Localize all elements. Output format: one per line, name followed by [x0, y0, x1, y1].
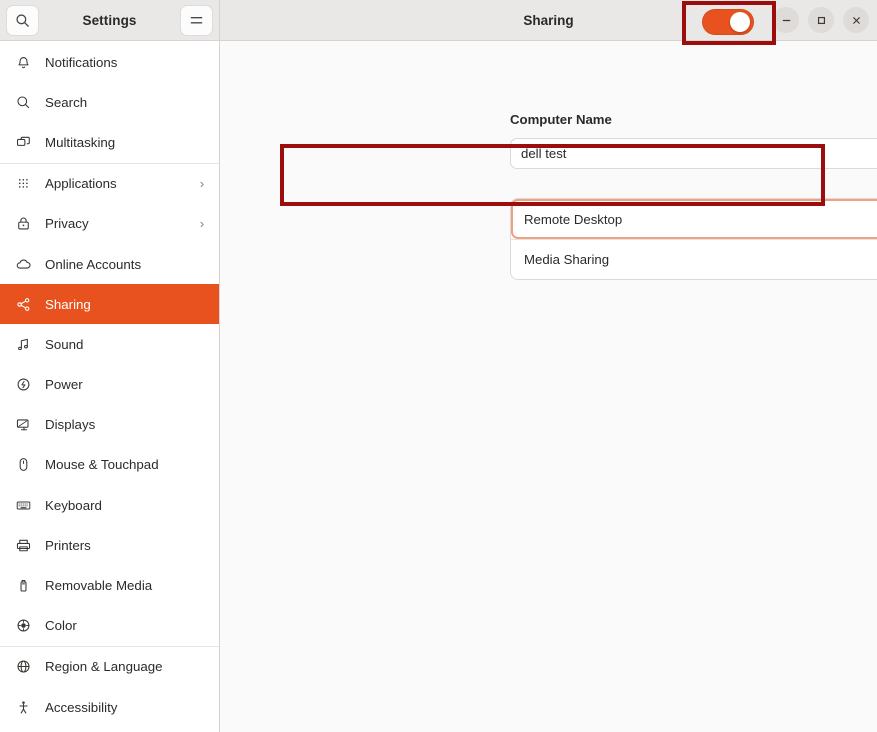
title-bar: Settings Sharing — [0, 0, 877, 41]
keyboard-icon — [14, 496, 32, 514]
search-icon — [15, 13, 30, 28]
sidebar-item-label: Power — [45, 377, 83, 393]
sidebar-item-label: Displays — [45, 417, 96, 433]
sidebar-item-label: Mouse & Touchpad — [45, 457, 159, 473]
accessibility-icon — [14, 698, 32, 716]
sidebar-item-label: Printers — [45, 537, 91, 553]
grid-icon — [14, 175, 32, 193]
sidebar-item-sound[interactable]: Sound — [0, 324, 219, 364]
sidebar-item-removable-media[interactable]: Removable Media — [0, 565, 219, 605]
cloud-icon — [14, 255, 32, 273]
sidebar-item-label: Removable Media — [45, 578, 153, 594]
sidebar-item-region-language[interactable]: Region & Language — [0, 647, 219, 687]
sidebar-item-keyboard[interactable]: Keyboard — [0, 485, 219, 525]
sidebar-item-sharing[interactable]: Sharing — [0, 284, 219, 325]
sidebar-item-accessibility[interactable]: Accessibility — [0, 687, 219, 727]
sidebar-item-power[interactable]: Power — [0, 365, 219, 405]
window-controls — [773, 0, 869, 41]
sidebar-item-label: Region & Language — [45, 659, 163, 675]
list-row-remote-desktop[interactable]: Remote DesktopOn› — [511, 199, 877, 239]
sidebar-item-online-accounts[interactable]: Online Accounts — [0, 244, 219, 284]
sidebar-item-displays[interactable]: Displays — [0, 405, 219, 445]
sidebar-item-applications[interactable]: Applications › — [0, 164, 219, 204]
settings-window: Settings Sharing Notifications Search Mu… — [0, 0, 877, 732]
maximize-button[interactable] — [808, 7, 834, 33]
settings-sidebar[interactable]: Notifications Search Multitasking Applicati… — [0, 41, 220, 732]
printer-icon — [14, 536, 32, 554]
lock-icon — [14, 215, 32, 233]
sidebar-item-multitasking[interactable]: Multitasking — [0, 122, 219, 162]
sidebar-item-label: Color — [45, 618, 77, 634]
usb-drive-icon — [14, 577, 32, 595]
sidebar-header: Settings — [0, 0, 220, 41]
power-bolt-icon — [14, 376, 32, 394]
monitor-icon — [14, 416, 32, 434]
chevron-right-icon: › — [199, 176, 205, 192]
color-wheel-icon — [14, 617, 32, 635]
sidebar-item-notifications[interactable]: Notifications — [0, 42, 219, 82]
mouse-icon — [14, 456, 32, 474]
sidebar-item-label: Accessibility — [45, 699, 118, 715]
sharing-master-toggle[interactable] — [702, 8, 754, 35]
title-bar-right: Sharing — [220, 0, 877, 41]
sharing-panel: Computer Name dell test Remote DesktopOn… — [220, 41, 877, 732]
panel-title: Settings — [82, 12, 137, 28]
chevron-right-icon: › — [199, 216, 205, 232]
sidebar-item-privacy[interactable]: Privacy › — [0, 204, 219, 244]
minimize-button[interactable] — [773, 7, 799, 33]
list-row-media-sharing[interactable]: Media SharingOff› — [511, 239, 877, 279]
sharing-options-list: Remote DesktopOn›Media SharingOff› — [510, 198, 877, 280]
sidebar-item-label: Privacy — [45, 216, 89, 232]
sidebar-item-mouse-touchpad[interactable]: Mouse & Touchpad — [0, 445, 219, 485]
sidebar-item-label: Notifications — [45, 54, 118, 70]
sidebar-item-printers[interactable]: Printers — [0, 525, 219, 565]
sidebar-item-label: Multitasking — [45, 134, 116, 150]
sidebar-item-label: Sharing — [45, 296, 91, 312]
sidebar-item-search[interactable]: Search — [0, 82, 219, 122]
sidebar-item-label: Applications — [45, 176, 117, 192]
computer-name-value: dell test — [521, 146, 567, 161]
main-menu-button[interactable] — [180, 4, 213, 36]
search-button[interactable] — [6, 4, 39, 36]
windows-icon — [14, 133, 32, 151]
toggle-knob — [730, 11, 750, 32]
row-label: Media Sharing — [524, 252, 610, 267]
music-note-icon — [14, 335, 32, 353]
sidebar-item-color[interactable]: Color — [0, 606, 219, 646]
hamburger-menu-icon — [189, 14, 204, 27]
window-body: Notifications Search Multitasking Applicati… — [0, 41, 877, 732]
toggle-track[interactable] — [702, 8, 754, 35]
sidebar-item-label: Online Accounts — [45, 256, 142, 272]
row-label: Remote Desktop — [524, 211, 623, 227]
sidebar-item-label: Sound — [45, 336, 84, 352]
computer-name-label: Computer Name — [510, 112, 612, 127]
sidebar-item-label: Search — [45, 94, 88, 110]
computer-name-input[interactable]: dell test — [510, 138, 877, 169]
close-button[interactable] — [843, 7, 869, 33]
globe-icon — [14, 658, 32, 676]
bell-icon — [14, 53, 32, 71]
search-icon — [14, 93, 32, 111]
share-nodes-icon — [14, 295, 32, 313]
sidebar-item-label: Keyboard — [45, 497, 102, 513]
